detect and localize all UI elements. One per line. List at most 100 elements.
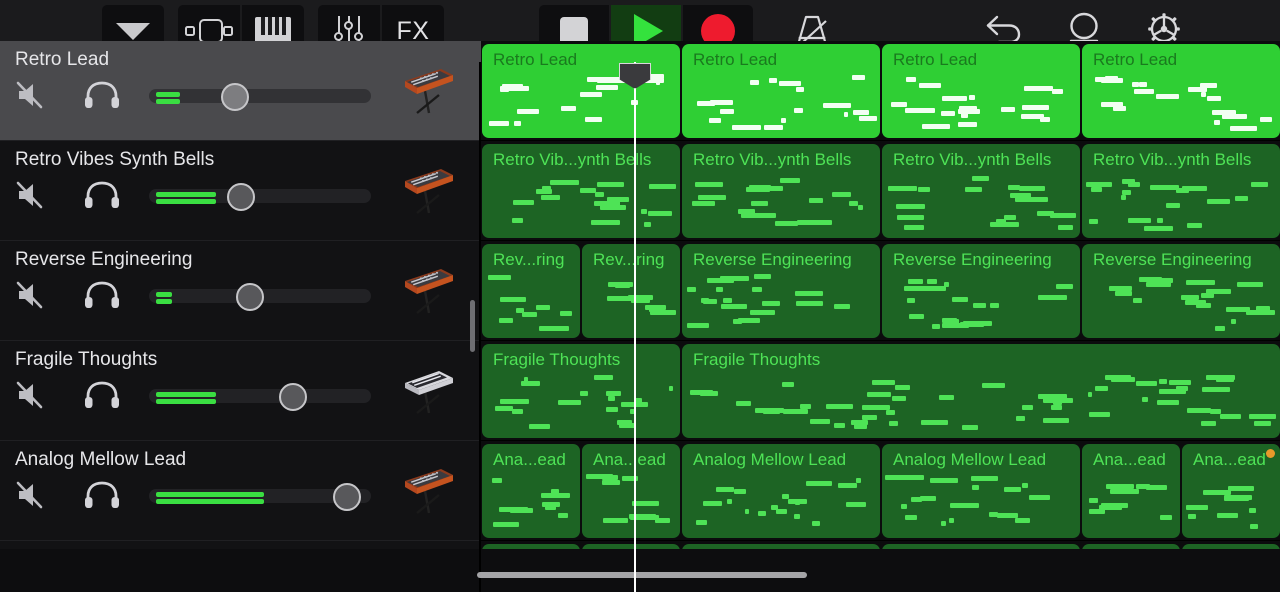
track-lane[interactable]: Rev...ring Rev...ring Reverse Engineering R… (481, 241, 1280, 341)
midi-note (595, 192, 604, 197)
midi-note (838, 483, 857, 488)
track-lane[interactable]: Retro Vib...ynth Bells Retro Vib...ynth B… (481, 141, 1280, 241)
track-header[interactable]: Analog Mellow Lead (0, 441, 481, 541)
midi-note (1186, 505, 1208, 510)
solo-headphones-icon[interactable] (83, 480, 121, 510)
solo-headphones-icon[interactable] (83, 380, 121, 410)
track-list-vertical-scrollbar[interactable] (470, 300, 475, 352)
midi-region[interactable]: Reverse Engineering (1082, 244, 1280, 338)
midi-note (560, 311, 572, 316)
midi-note (1212, 110, 1236, 115)
midi-note (1128, 218, 1151, 223)
midi-region[interactable]: Retro Lead (682, 44, 880, 138)
track-header[interactable]: Clutch Bass (0, 541, 481, 549)
track-header[interactable]: Retro Lead (0, 41, 481, 141)
track-lanes-area[interactable]: Retro Lead Retro Lead Retro Lead Retro Lead… (481, 41, 1280, 549)
volume-slider[interactable] (149, 283, 371, 311)
midi-region[interactable]: Ana...ead (1082, 444, 1180, 538)
mute-icon[interactable] (15, 480, 51, 510)
timeline-horizontal-scrollbar[interactable] (477, 572, 807, 578)
solo-headphones-icon[interactable] (83, 80, 121, 110)
track-lane[interactable]: Ana...ead Ana...ead Analog Mellow Lead Anal… (481, 441, 1280, 541)
mute-icon[interactable] (15, 280, 51, 310)
midi-region[interactable]: Retro Lead (482, 44, 680, 138)
volume-slider-knob[interactable] (278, 383, 307, 411)
midi-note (545, 505, 556, 510)
synth-keyboard-icon[interactable] (395, 61, 457, 119)
midi-note (1110, 489, 1139, 494)
track-lane[interactable]: Fragile Thoughts Fragile Thoughts (481, 341, 1280, 441)
volume-slider-knob[interactable] (226, 183, 255, 211)
midi-note (492, 478, 502, 483)
midi-region[interactable]: Clutch Bass (682, 544, 880, 549)
mute-icon[interactable] (15, 80, 51, 110)
midi-region[interactable]: Retro Vib...ynth Bells (482, 144, 680, 238)
midi-region[interactable]: Rev...ring (582, 244, 680, 338)
midi-region[interactable]: Retro Lead (882, 44, 1080, 138)
midi-region[interactable]: Clu...ass (1082, 544, 1180, 549)
midi-region[interactable]: Reverse Engineering (682, 244, 880, 338)
region-label: Retro Vib...ynth Bells (693, 150, 852, 169)
midi-note (1109, 286, 1132, 291)
track-lane[interactable]: Clu...assClu...assClutch BassClutch Bass… (481, 541, 1280, 549)
track-header[interactable]: Reverse Engineering (0, 241, 481, 341)
midi-region[interactable]: Ana...ead (582, 444, 680, 538)
mute-icon[interactable] (15, 380, 51, 410)
volume-slider[interactable] (149, 383, 371, 411)
volume-slider[interactable] (149, 183, 371, 211)
track-header[interactable]: Fragile Thoughts (0, 341, 481, 441)
midi-region[interactable]: Analog Mellow Lead (682, 444, 880, 538)
volume-slider-knob[interactable] (236, 283, 265, 311)
solo-headphones-icon[interactable] (83, 280, 121, 310)
midi-region[interactable]: Fragile Thoughts (682, 344, 1280, 438)
midi-note (990, 303, 999, 308)
midi-note (499, 318, 513, 323)
midi-note (697, 101, 715, 106)
midi-note (696, 520, 707, 525)
midi-note (591, 220, 620, 225)
midi-note (1246, 310, 1275, 315)
midi-region[interactable]: Reverse Engineering (882, 244, 1080, 338)
midi-note (795, 500, 800, 505)
mute-icon[interactable] (15, 180, 51, 210)
midi-note (1201, 293, 1214, 298)
track-lane[interactable]: Retro Lead Retro Lead Retro Lead Retro Lead (481, 41, 1280, 141)
midi-note (1001, 107, 1015, 112)
volume-slider-knob[interactable] (333, 483, 362, 511)
midi-note (493, 522, 519, 527)
region-label: Rev...ring (493, 250, 565, 269)
volume-slider[interactable] (149, 83, 371, 111)
midi-note (669, 386, 673, 391)
midi-note (862, 415, 877, 420)
midi-note (716, 487, 734, 492)
midi-note (751, 201, 768, 206)
midi-note (602, 480, 620, 485)
midi-region[interactable]: Rev...ring (482, 244, 580, 338)
track-header[interactable]: Retro Vibes Synth Bells (0, 141, 481, 241)
midi-region[interactable]: Clu...ass (482, 544, 580, 549)
midi-region[interactable]: Clutch Bass (882, 544, 1080, 549)
midi-note (1249, 414, 1276, 419)
midi-region[interactable]: Retro Vib...ynth Bells (882, 144, 1080, 238)
midi-region[interactable]: Clu...ass (582, 544, 680, 549)
midi-note (1159, 379, 1167, 384)
midi-region[interactable]: Ana...ead (482, 444, 580, 538)
midi-note (1142, 397, 1148, 402)
midi-region[interactable]: Retro Vib...ynth Bells (1082, 144, 1280, 238)
region-loop-indicator[interactable] (1266, 449, 1275, 458)
volume-slider-knob[interactable] (220, 83, 249, 111)
midi-region[interactable]: Ana...ead (1182, 444, 1280, 538)
midi-note (1249, 508, 1256, 513)
midi-region[interactable]: Clu...ass (1182, 544, 1280, 549)
midi-region[interactable]: Retro Lead (1082, 44, 1280, 138)
solo-headphones-icon[interactable] (83, 180, 121, 210)
electric-piano-icon[interactable] (395, 361, 457, 419)
synth-keyboard-icon[interactable] (395, 461, 457, 519)
synth-keyboard-icon[interactable] (395, 261, 457, 319)
synth-keyboard-icon[interactable] (395, 161, 457, 219)
midi-region[interactable]: Analog Mellow Lead (882, 444, 1080, 538)
volume-slider[interactable] (149, 483, 371, 511)
midi-region[interactable]: Retro Vib...ynth Bells (682, 144, 880, 238)
midi-note (738, 209, 755, 214)
midi-region[interactable]: Fragile Thoughts (482, 344, 680, 438)
